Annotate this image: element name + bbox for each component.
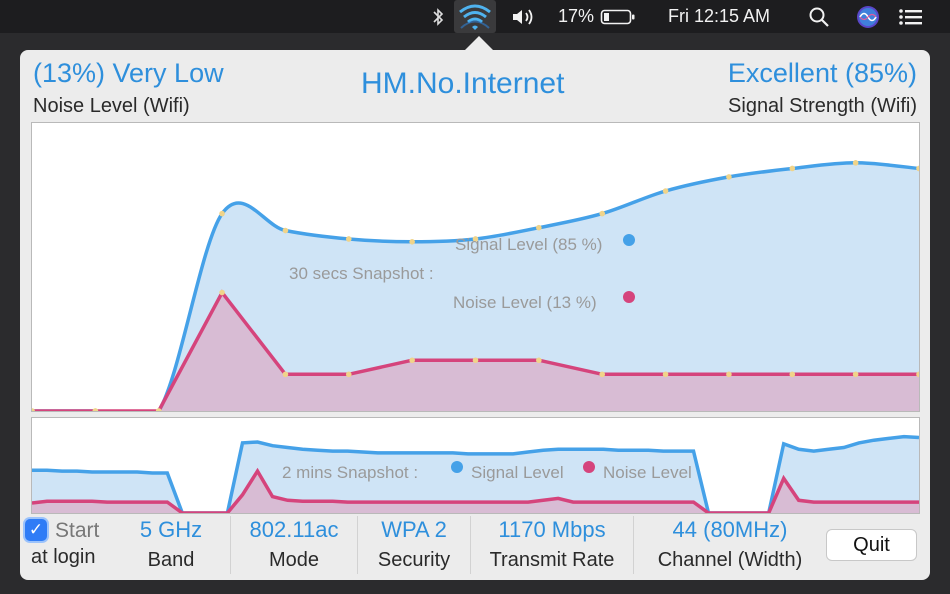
transmit-rate-value: 1170 Mbps [498, 517, 606, 542]
snapshot-30s-signal-label: Signal Level (85 %) [455, 235, 603, 254]
signal-strength-value: Excellent (85%) [727, 58, 917, 88]
snapshot-30s-noise-point [282, 371, 289, 378]
start-label: Start [55, 519, 100, 542]
start-at-login-checkbox[interactable]: ✓ [25, 519, 47, 541]
snapshot-30s-signal-point [726, 174, 732, 180]
noise-legend-dot-2m [583, 461, 595, 473]
snapshot-2m-noise-label: Noise Level [603, 463, 692, 482]
noise-level-value: (13%) Very Low [33, 58, 224, 88]
channel-stat: 44 (80MHz) Channel (Width) [640, 512, 820, 574]
snapshot-30s-title: 30 secs Snapshot : [289, 264, 434, 283]
noise-level-caption: Noise Level (Wifi) [33, 95, 190, 117]
band-value: 5 GHz [139, 517, 203, 542]
search-icon[interactable] [806, 0, 832, 33]
bluetooth-icon[interactable] [426, 0, 450, 33]
mode-label: Mode [268, 549, 320, 571]
snapshot-30s-noise-point [472, 357, 479, 364]
security-value: WPA 2 [381, 517, 447, 542]
snapshot-2m-signal-label: Signal Level [471, 463, 564, 482]
snapshot-30s-signal-point [536, 224, 542, 231]
battery-icon[interactable] [598, 0, 638, 33]
volume-icon[interactable] [510, 0, 540, 33]
snapshot-30s-noise-point [345, 371, 352, 378]
divider [633, 516, 634, 574]
snapshot-30s-signal-point [599, 210, 606, 217]
snapshot-30s-noise-point [789, 371, 796, 378]
snapshot-30s-signal-point [852, 160, 859, 166]
transmit-rate-stat: 1170 Mbps Transmit Rate [471, 512, 633, 574]
battery-percent: 17% [557, 6, 595, 26]
band-stat: 5 GHz Band [112, 512, 230, 574]
channel-value: 44 (80MHz) [672, 517, 788, 542]
snapshot-30s-noise-point [726, 371, 732, 378]
noise-legend-dot [623, 291, 635, 303]
snapshot-30s-noise-point [92, 408, 99, 411]
signal-legend-dot [623, 234, 635, 246]
at-login-label: at login [31, 546, 96, 568]
snapshot-30s-signal-point [662, 188, 669, 194]
wifi-icon[interactable] [454, 0, 496, 33]
quit-button[interactable]: Quit [826, 529, 917, 561]
list-icon[interactable] [896, 0, 926, 33]
menu-bar: 17% Fri 12:15 AM [0, 0, 950, 33]
snapshot-30s-chart [31, 122, 920, 412]
band-label: Band [147, 549, 195, 571]
network-name: HM.No.Internet [361, 67, 565, 100]
checkmark-icon: ✓ [28, 520, 44, 539]
security-stat: WPA 2 Security [358, 512, 470, 574]
snapshot-30s-signal-point [219, 210, 225, 217]
snapshot-30s-signal-point [345, 236, 352, 242]
snapshot-2m-title: 2 mins Snapshot : [282, 463, 419, 482]
snapshot-30s-noise-point [599, 371, 606, 378]
channel-label: Channel (Width) [657, 549, 803, 571]
mode-stat: 802.11ac Mode [231, 512, 357, 574]
mode-value: 802.11ac [249, 517, 339, 542]
security-label: Security [377, 549, 451, 571]
siri-icon[interactable] [854, 0, 882, 33]
popover-arrow [465, 36, 493, 50]
snapshot-30s-noise-point [32, 408, 35, 411]
signal-strength-caption: Signal Strength (Wifi) [728, 95, 917, 117]
snapshot-30s-noise-point [662, 371, 669, 378]
snapshot-30s-signal-point [409, 239, 415, 245]
snapshot-30s-signal-point [789, 165, 796, 172]
snapshot-30s-signal-point [282, 227, 289, 234]
clock[interactable]: Fri 12:15 AM [656, 0, 782, 33]
transmit-rate-label: Transmit Rate [489, 549, 615, 571]
snapshot-30s-noise-point [852, 371, 859, 378]
snapshot-30s-noise-point [219, 289, 225, 296]
snapshot-30s-noise-label: Noise Level (13 %) [453, 293, 597, 312]
snapshot-30s-noise-point [409, 357, 415, 364]
snapshot-30s-plot [32, 160, 919, 411]
snapshot-30s-noise-point [536, 357, 542, 364]
signal-legend-dot-2m [451, 461, 463, 473]
